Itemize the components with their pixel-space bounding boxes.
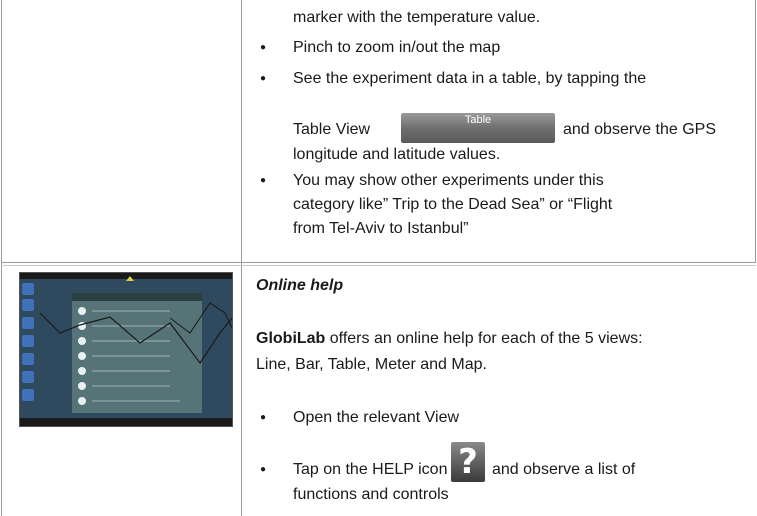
help-icon-glyph: ? (458, 442, 478, 482)
table-view-label: Table View (293, 121, 371, 138)
text-line: marker with the temperature value. (293, 9, 541, 26)
table-button-label: Table (464, 114, 492, 126)
bullet-text: See the experiment data in a table, by t… (293, 70, 647, 87)
bullet-text: Open the relevant View (293, 409, 460, 426)
bullet-text: Tap on the HELP icon (293, 461, 448, 478)
paragraph-line: Line, Bar, Table, Meter and Map. (256, 356, 487, 373)
bullet-icon: ● (260, 73, 267, 84)
table-row-divider-inner (1, 265, 756, 266)
table-row-divider (1, 262, 756, 263)
bullet-text: functions and controls (293, 486, 449, 503)
table-border-right (755, 0, 756, 262)
text-line: longitude and latitude values. (293, 146, 501, 163)
screenshot-graphic (20, 273, 232, 426)
table-border-left (1, 0, 2, 516)
paragraph-line: GlobiLab offers an online help for each … (256, 328, 643, 350)
bullet-text: You may show other experiments under thi… (293, 172, 604, 189)
globilab-screenshot (19, 272, 233, 427)
table-column-divider (241, 0, 242, 516)
section-heading: Online help (256, 277, 344, 294)
brand-name: GlobiLab (256, 330, 326, 347)
bullet-icon: ● (260, 464, 267, 475)
text-line: and observe the GPS (563, 121, 716, 138)
bullet-icon: ● (260, 412, 267, 423)
table-view-button[interactable]: Table (401, 113, 555, 143)
document-table: marker with the temperature value. ● Pin… (0, 0, 757, 516)
text-line: from Tel-Aviv to Istanbul” (293, 220, 469, 237)
paragraph-text: offers an online help for each of the 5 … (325, 330, 643, 347)
text-line: category like” Trip to the Dead Sea” or … (293, 196, 613, 213)
bullet-icon: ● (260, 175, 267, 186)
bullet-text: and observe a list of (492, 461, 636, 478)
bullet-icon: ● (260, 42, 267, 53)
bullet-text: Pinch to zoom in/out the map (293, 39, 501, 56)
help-icon[interactable]: ? (451, 442, 485, 482)
